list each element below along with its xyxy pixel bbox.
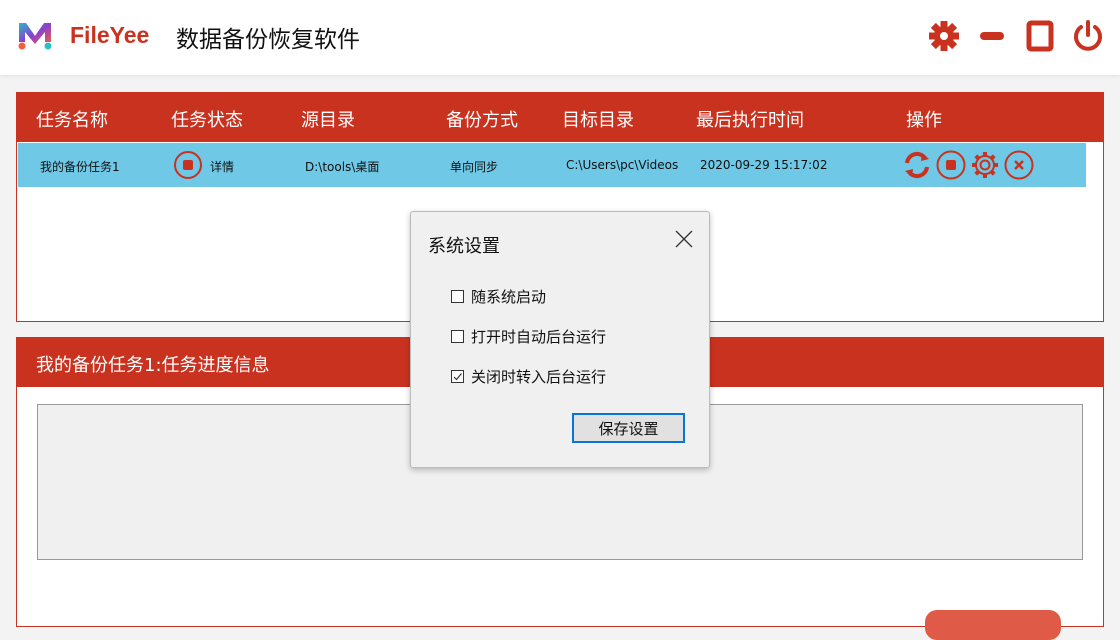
check-icon (452, 371, 463, 382)
backup-mode: 单向同步 (450, 158, 498, 175)
task-name: 我的备份任务1 (40, 158, 120, 175)
col-target: 目标目录 (562, 106, 634, 132)
row-actions (902, 150, 1034, 180)
col-name: 任务名称 (36, 106, 108, 132)
save-settings-button[interactable]: 保存设置 (572, 413, 685, 443)
checkbox-checked[interactable] (451, 370, 464, 383)
option-autostart[interactable]: 随系统启动 (451, 286, 546, 307)
detail-link[interactable]: 详情 (210, 158, 234, 175)
col-source: 源目录 (301, 106, 355, 132)
brand-name: FileYee (70, 22, 149, 49)
target-dir: C:\Users\pc\Videos (566, 158, 678, 172)
delete-icon[interactable] (1004, 150, 1034, 180)
option-close-background[interactable]: 关闭时转入后台运行 (451, 366, 606, 387)
stop-icon[interactable] (936, 150, 966, 180)
col-status: 任务状态 (171, 106, 243, 132)
title-bar: FileYee 数据备份恢复软件 (0, 0, 1120, 75)
option-start-background[interactable]: 打开时自动后台运行 (451, 326, 606, 347)
app-title: 数据备份恢复软件 (176, 20, 360, 54)
minimize-icon[interactable] (974, 18, 1010, 54)
last-run-time: 2020-09-29 15:17:02 (700, 158, 827, 172)
col-actions: 操作 (906, 106, 942, 132)
maximize-icon[interactable] (1022, 18, 1058, 54)
progress-title: 我的备份任务1:任务进度信息 (36, 351, 270, 377)
col-mode: 备份方式 (446, 106, 518, 132)
fileyee-logo (16, 20, 54, 50)
option-label: 打开时自动后台运行 (471, 326, 606, 347)
settings-gear-icon[interactable] (926, 18, 962, 54)
checkbox[interactable] (451, 290, 464, 303)
option-label: 关闭时转入后台运行 (471, 366, 606, 387)
stop-status-icon[interactable] (173, 150, 203, 180)
system-settings-dialog: 系统设置 随系统启动 打开时自动后台运行 关闭时转入后台运行 保存设置 (410, 211, 710, 468)
task-settings-icon[interactable] (970, 150, 1000, 180)
close-icon[interactable] (673, 228, 695, 250)
checkbox[interactable] (451, 330, 464, 343)
power-icon[interactable] (1070, 18, 1106, 54)
sync-icon[interactable] (902, 150, 932, 180)
source-dir: D:\tools\桌面 (305, 158, 379, 175)
table-row[interactable]: 我的备份任务1 详情 D:\tools\桌面 单向同步 C:\Users\pc\… (18, 143, 1086, 187)
dialog-title: 系统设置 (428, 232, 500, 258)
task-table-header: 任务名称 任务状态 源目录 备份方式 目标目录 最后执行时间 操作 (17, 93, 1103, 142)
option-label: 随系统启动 (471, 286, 546, 307)
col-time: 最后执行时间 (696, 106, 804, 132)
action-button[interactable] (925, 610, 1061, 640)
